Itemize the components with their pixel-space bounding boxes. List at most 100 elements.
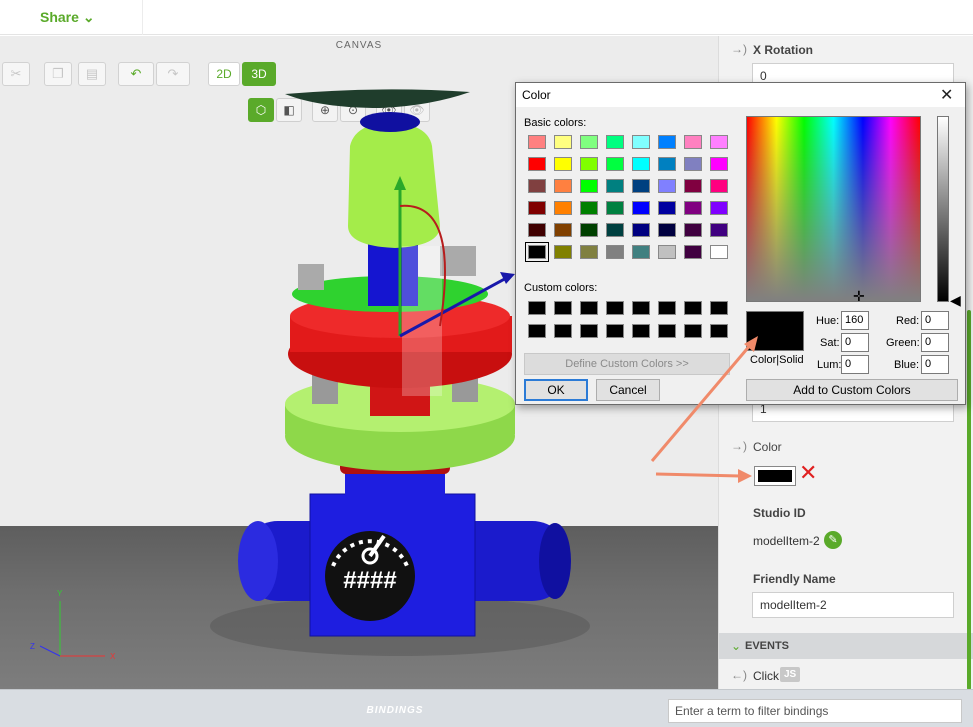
divider	[142, 0, 143, 35]
crosshair-icon: ✛	[853, 288, 865, 304]
bindings-filter-input[interactable]: Enter a term to filter bindings	[668, 699, 962, 723]
basic-color-swatch[interactable]	[606, 245, 624, 259]
custom-color-swatch[interactable]	[528, 324, 546, 338]
custom-color-swatch[interactable]	[684, 324, 702, 338]
basic-color-swatch[interactable]	[606, 135, 624, 149]
js-badge[interactable]: JS	[780, 667, 801, 682]
basic-color-swatch[interactable]	[528, 201, 546, 215]
panel-scrollbar[interactable]	[967, 310, 971, 690]
basic-color-swatch[interactable]	[554, 135, 572, 149]
basic-color-swatch[interactable]	[710, 201, 728, 215]
basic-color-swatch[interactable]	[684, 157, 702, 171]
friendly-name-label: Friendly Name	[753, 572, 836, 586]
basic-color-swatch[interactable]	[606, 157, 624, 171]
basic-color-swatch[interactable]	[632, 157, 650, 171]
basic-color-swatch[interactable]	[684, 135, 702, 149]
basic-color-swatch[interactable]	[658, 201, 676, 215]
basic-color-swatch[interactable]	[580, 223, 598, 237]
dialog-titlebar: Color ✕	[516, 83, 965, 107]
color-swatch-button[interactable]	[754, 466, 796, 486]
bindings-bar: BINDINGS Enter a term to filter bindings	[0, 689, 973, 727]
basic-color-swatch[interactable]	[684, 223, 702, 237]
green-label: Green:	[886, 337, 920, 349]
basic-color-swatch[interactable]	[684, 245, 702, 259]
custom-color-swatch[interactable]	[528, 301, 546, 315]
basic-color-swatch[interactable]	[580, 179, 598, 193]
basic-color-swatch[interactable]	[710, 135, 728, 149]
friendly-name-input[interactable]: modelItem-2	[752, 592, 954, 618]
basic-color-swatch[interactable]	[658, 157, 676, 171]
basic-color-swatch[interactable]	[684, 201, 702, 215]
cancel-button[interactable]: Cancel	[596, 379, 660, 401]
events-section-header[interactable]: ⌄ EVENTS	[719, 633, 973, 659]
close-icon[interactable]: ✕	[940, 85, 953, 105]
custom-color-swatch[interactable]	[554, 301, 572, 315]
basic-color-swatch[interactable]	[658, 135, 676, 149]
basic-color-swatch[interactable]	[528, 157, 546, 171]
custom-color-swatch[interactable]	[632, 324, 650, 338]
basic-color-swatch[interactable]	[658, 223, 676, 237]
events-label: EVENTS	[745, 640, 790, 652]
custom-color-swatch[interactable]	[710, 301, 728, 315]
basic-color-swatch[interactable]	[580, 157, 598, 171]
edit-pencil-icon[interactable]: ✎	[824, 531, 842, 549]
basic-color-swatch[interactable]	[606, 201, 624, 215]
ok-button[interactable]: OK	[524, 379, 588, 401]
basic-color-swatch[interactable]	[710, 223, 728, 237]
basic-color-swatch[interactable]	[632, 135, 650, 149]
basic-color-swatch[interactable]	[684, 179, 702, 193]
add-to-custom-colors-button[interactable]: Add to Custom Colors	[746, 379, 958, 401]
lum-input[interactable]: 0	[841, 355, 869, 374]
basic-color-swatch[interactable]	[658, 245, 676, 259]
color-spectrum[interactable]: ✛	[746, 116, 921, 304]
basic-color-swatch[interactable]	[528, 135, 546, 149]
basic-color-swatch[interactable]	[606, 179, 624, 193]
custom-color-swatch[interactable]	[580, 301, 598, 315]
basic-color-swatch[interactable]	[554, 179, 572, 193]
sat-input[interactable]: 0	[841, 333, 869, 352]
basic-color-swatch[interactable]	[658, 179, 676, 193]
share-label: Share	[40, 9, 79, 25]
custom-color-swatch[interactable]	[606, 324, 624, 338]
basic-color-swatch[interactable]	[632, 223, 650, 237]
custom-color-swatch[interactable]	[580, 324, 598, 338]
basic-color-swatch[interactable]	[580, 201, 598, 215]
binding-arrow-icon[interactable]: →)	[731, 439, 747, 453]
basic-color-swatch[interactable]	[554, 157, 572, 171]
red-input[interactable]: 0	[921, 311, 949, 330]
clear-color-icon[interactable]: ✕	[799, 462, 817, 484]
basic-color-swatch[interactable]	[528, 223, 546, 237]
basic-color-swatch[interactable]	[710, 179, 728, 193]
define-custom-colors-button[interactable]: Define Custom Colors >>	[524, 353, 730, 375]
basic-color-swatch[interactable]	[528, 179, 546, 193]
basic-color-swatch[interactable]	[710, 245, 728, 259]
custom-color-swatch[interactable]	[684, 301, 702, 315]
basic-color-swatch[interactable]	[554, 223, 572, 237]
svg-text:X: X	[110, 652, 116, 661]
custom-color-swatch[interactable]	[710, 324, 728, 338]
basic-color-swatch[interactable]	[554, 201, 572, 215]
event-arrow-icon[interactable]: ←)	[731, 668, 747, 682]
hue-input[interactable]: 160	[841, 311, 869, 330]
basic-color-swatch[interactable]	[632, 245, 650, 259]
basic-color-swatch[interactable]	[525, 242, 549, 262]
custom-color-swatch[interactable]	[606, 301, 624, 315]
binding-arrow-icon[interactable]: →)	[731, 42, 747, 56]
custom-color-swatch[interactable]	[658, 301, 676, 315]
custom-color-swatch[interactable]	[632, 301, 650, 315]
blue-label: Blue:	[894, 359, 920, 371]
basic-color-swatch[interactable]	[606, 223, 624, 237]
custom-color-swatch[interactable]	[658, 324, 676, 338]
slider-arrow-icon[interactable]: ◀	[950, 293, 961, 307]
basic-color-swatch[interactable]	[632, 179, 650, 193]
share-menu[interactable]: Share ⌄	[40, 9, 95, 26]
blue-input[interactable]: 0	[921, 355, 949, 374]
basic-color-swatch[interactable]	[580, 245, 598, 259]
basic-color-swatch[interactable]	[632, 201, 650, 215]
basic-color-swatch[interactable]	[580, 135, 598, 149]
custom-color-swatch[interactable]	[554, 324, 572, 338]
green-input[interactable]: 0	[921, 333, 949, 352]
luminance-slider[interactable]	[937, 116, 949, 302]
basic-color-swatch[interactable]	[710, 157, 728, 171]
basic-color-swatch[interactable]	[554, 245, 572, 259]
